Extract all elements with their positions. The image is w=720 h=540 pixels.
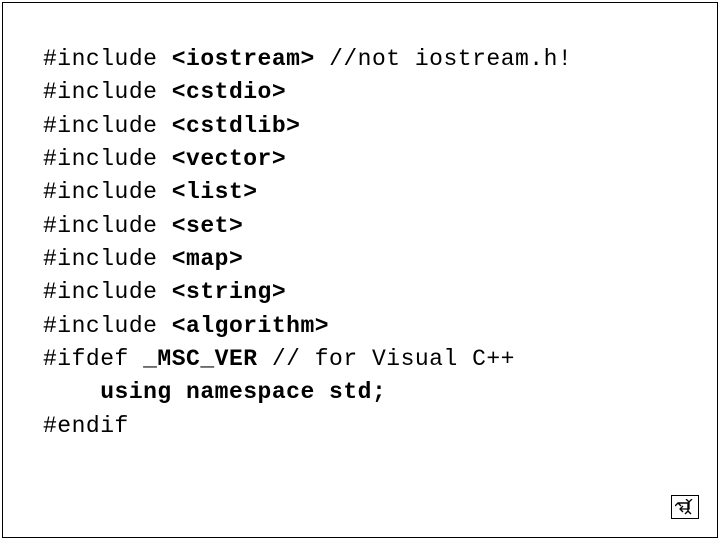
code-line: using namespace std; [43,379,386,405]
code-bold: <vector> [172,146,286,172]
code-text: #include [43,213,172,239]
code-line: #include <algorithm> [43,313,329,339]
code-line: #endif [43,413,129,439]
code-bold: <list> [172,179,258,205]
code-text: #include [43,146,172,172]
code-text: #include [43,179,172,205]
code-text: #endif [43,413,129,439]
code-indent [43,379,100,405]
code-line: #include <set> [43,213,243,239]
code-bold: <cstdio> [172,79,286,105]
code-text: #ifdef [43,346,143,372]
code-line: #include <string> [43,279,286,305]
return-arrow-icon [675,499,695,515]
code-comment: // for Visual C++ [258,346,515,372]
code-bold: <set> [172,213,244,239]
code-bold: <map> [172,246,244,272]
code-comment: //not iostream.h! [315,46,572,72]
code-line: #include <list> [43,179,258,205]
code-bold: _MSC_VER [143,346,257,372]
code-line: #include <iostream> //not iostream.h! [43,46,572,72]
code-bold: <algorithm> [172,313,329,339]
code-line: #include <cstdlib> [43,113,300,139]
code-line: #include <cstdio> [43,79,286,105]
code-line: #include <map> [43,246,243,272]
code-bold: <iostream> [172,46,315,72]
code-bold: <cstdlib> [172,113,301,139]
code-block: #include <iostream> //not iostream.h! #i… [43,43,687,443]
code-text: #include [43,279,172,305]
slide-frame: #include <iostream> //not iostream.h! #i… [2,2,718,538]
return-button[interactable] [671,495,699,519]
code-bold: <string> [172,279,286,305]
code-text: #include [43,246,172,272]
code-text: #include [43,46,172,72]
code-text: #include [43,113,172,139]
code-text: #include [43,313,172,339]
code-text: #include [43,79,172,105]
code-line: #ifdef _MSC_VER // for Visual C++ [43,346,515,372]
code-line: #include <vector> [43,146,286,172]
code-bold: using namespace std; [100,379,386,405]
